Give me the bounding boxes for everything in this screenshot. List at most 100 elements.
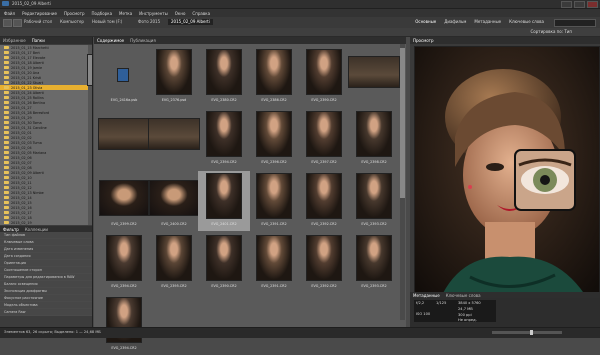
path-photos[interactable]: Фото 2015: [138, 19, 160, 25]
workspace-keywords[interactable]: Ключевые слова: [509, 19, 544, 25]
thumbnail-cell[interactable]: EVG_2399.CR2: [98, 171, 150, 231]
tab-collections[interactable]: Коллекции: [25, 227, 48, 232]
filter-item[interactable]: Дата создания: [0, 253, 92, 260]
filter-item[interactable]: Camera Raw: [0, 309, 92, 316]
folder-icon: [4, 166, 9, 169]
thumbnail-cell[interactable]: EVG_2393.CR2: [348, 171, 400, 231]
tab-keywords[interactable]: Ключевые слова: [446, 293, 481, 298]
folder-tree[interactable]: 2015_01_15 Marchetti 2015_01_17 Bert 2015_…: [0, 45, 88, 225]
thumbnail-image: [307, 236, 341, 280]
filter-item[interactable]: Баланс освещения: [0, 281, 92, 288]
tab-metadata[interactable]: Метаданные: [413, 293, 440, 298]
tab-preview[interactable]: Просмотр: [413, 38, 434, 43]
thumbnail-cell[interactable]: [348, 47, 400, 107]
menu-window[interactable]: Окно: [175, 11, 186, 16]
filter-item[interactable]: Ориентация: [0, 260, 92, 267]
thumbnail-cell[interactable]: EVG_2395.CR2: [148, 233, 200, 293]
workspace-metadata[interactable]: Метаданные: [474, 19, 501, 25]
tab-favorites[interactable]: Избранное: [3, 38, 26, 43]
tab-filter[interactable]: Фильтр: [3, 227, 19, 232]
close-button[interactable]: [587, 1, 598, 8]
thumbnail-cell[interactable]: EVG_2376.psd: [148, 47, 200, 107]
thumbnail-cell[interactable]: [98, 109, 150, 169]
folder-label: 2015_02_09 Alberti: [11, 170, 44, 175]
workspace-essentials[interactable]: Основные: [415, 19, 436, 25]
menu-edit[interactable]: Редактирование: [22, 11, 57, 16]
filter-item[interactable]: Экспозиция диафрагмы: [0, 288, 92, 295]
filter-item[interactable]: Модель объектива: [0, 302, 92, 309]
thumbnail-size-slider[interactable]: [492, 330, 562, 335]
menu-file[interactable]: Файл: [4, 11, 15, 16]
thumbnail-cell[interactable]: EVG_2398.CR2: [348, 109, 400, 169]
folder-label: 2015_01_21 Kristi: [11, 75, 42, 80]
status-bar: Элементов 63, 26 скрыто; Выделено: 1 — 2…: [0, 327, 600, 338]
filter-item[interactable]: Параметры для редактирования в RAW: [0, 274, 92, 281]
thumbnail-filename: EVG_2400.CR2: [161, 222, 187, 226]
filter-label: Ориентация: [4, 261, 26, 265]
filter-item[interactable]: Соотношение сторон: [0, 267, 92, 274]
thumbnail-cell[interactable]: EVG_2396.CR2: [248, 109, 300, 169]
thumbnail-filename: EVG_2376.psd: [161, 98, 187, 102]
thumbnail-cell[interactable]: EVG_2416a.psb: [98, 47, 150, 107]
filter-item[interactable]: Ключевые слова: [0, 239, 92, 246]
folder-icon: [4, 81, 9, 84]
path-current-folder[interactable]: 2015_02_09 Alberti: [168, 19, 213, 25]
sort-dropdown[interactable]: Сортировка по: Тип: [530, 29, 572, 34]
thumbnail-cell[interactable]: EVG_2386.CR2: [248, 47, 300, 107]
filter-label: Фокусное расстояние: [4, 296, 43, 300]
thumbnail-cell[interactable]: EVG_2393.CR2: [348, 233, 400, 293]
thumbnail-cell[interactable]: EVG_2391.CR2: [248, 171, 300, 231]
forward-icon[interactable]: [13, 19, 22, 27]
thumbnail-cell[interactable]: EVG_2390.CR2: [298, 47, 350, 107]
menu-tools[interactable]: Инструменты: [139, 11, 168, 16]
path-computer[interactable]: Компьютер: [60, 19, 84, 25]
thumbnail-cell[interactable]: EVG_2397.CR2: [298, 109, 350, 169]
thumbnail-image: [257, 50, 291, 94]
menu-label[interactable]: Метка: [119, 11, 132, 16]
preview-image[interactable]: [414, 46, 600, 313]
tab-content[interactable]: Содержимое: [97, 38, 124, 43]
search-input[interactable]: [554, 19, 596, 27]
thumbnail-cell[interactable]: EVG_2380.CR2: [198, 47, 250, 107]
thumbnail-cell[interactable]: EVG_2390.CR2: [198, 233, 250, 293]
folder-icon: [4, 91, 9, 94]
folder-label: 2015_01_24 Alberti: [11, 90, 44, 95]
thumbnail-cell[interactable]: EVG_2394.CR2: [198, 109, 250, 169]
tab-folders[interactable]: Папки: [32, 38, 45, 43]
menu-help[interactable]: Справка: [192, 11, 210, 16]
workspace-filmstrip[interactable]: Диафильм: [444, 19, 466, 25]
folder-icon: [4, 176, 9, 179]
thumbnail-cell[interactable]: EVG_2392.CR2: [298, 171, 350, 231]
folder-scrollbar[interactable]: [88, 45, 92, 225]
folder-label: 2015_02_14: [11, 195, 32, 200]
thumbnail-cell[interactable]: EVG_2394.CR2: [98, 295, 150, 355]
minimize-button[interactable]: [561, 1, 572, 8]
thumbnail-cell[interactable]: EVG_2391.CR2: [248, 233, 300, 293]
filter-label: Модель объектива: [4, 303, 38, 307]
thumbnail-cell[interactable]: EVG_2401.CR2: [198, 171, 250, 231]
folder-label: 2015_01_27: [11, 105, 32, 110]
maximize-button[interactable]: [574, 1, 585, 8]
thumbnail-cell[interactable]: EVG_2392.CR2: [298, 233, 350, 293]
menu-view[interactable]: Просмотр: [64, 11, 85, 16]
path-volume[interactable]: Новый том (F:): [92, 19, 122, 25]
content-scrollbar[interactable]: [400, 44, 405, 320]
thumbnail-cell[interactable]: EVG_2400.CR2: [148, 171, 200, 231]
thumbnail-image: [357, 236, 391, 280]
menu-stack[interactable]: Подборка: [92, 11, 113, 16]
back-icon[interactable]: [3, 19, 12, 27]
folder-icon: [4, 106, 9, 109]
folder-label: 2015_01_22 Stuart: [11, 80, 44, 85]
thumbnail-cell[interactable]: EVG_2394.CR2: [98, 233, 150, 293]
shutter-value: 1/125: [436, 301, 447, 305]
filter-item[interactable]: Фокусное расстояние: [0, 295, 92, 302]
filter-item[interactable]: Тип файлов: [0, 232, 92, 239]
filter-item[interactable]: Дата изменения: [0, 246, 92, 253]
filter-label: Дата изменения: [4, 247, 34, 251]
tab-publish[interactable]: Публикация: [130, 38, 156, 43]
folder-label: 2015_02_10: [11, 175, 32, 180]
path-desktop[interactable]: Рабочий стол: [24, 19, 52, 25]
thumbnail-cell[interactable]: [148, 109, 200, 169]
thumbnail-filename: EVG_2396.CR2: [261, 160, 287, 164]
thumbnail-filename: EVG_2401.CR2: [211, 222, 237, 226]
